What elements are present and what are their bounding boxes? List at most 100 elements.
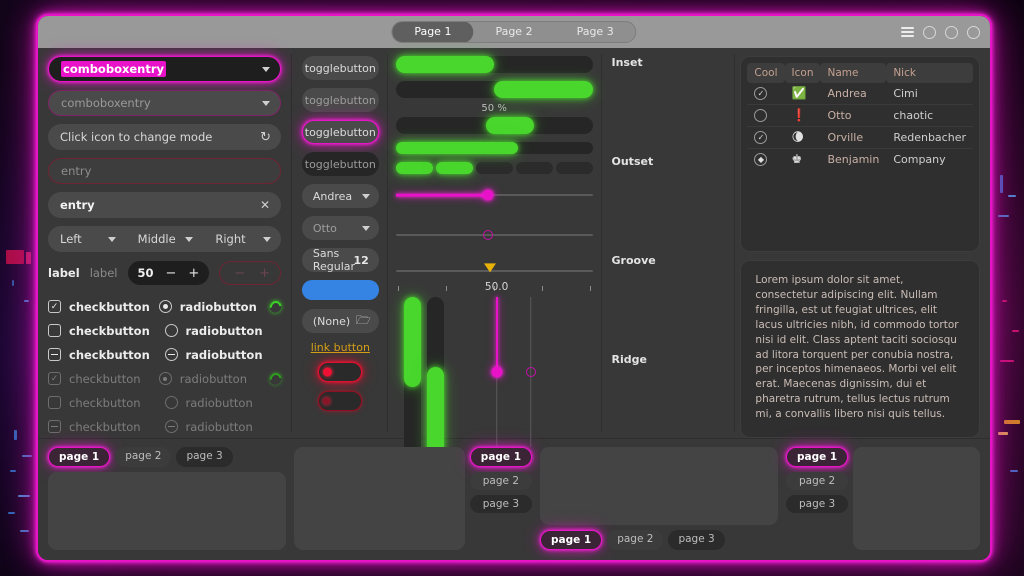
togglebutton-focused[interactable]: togglebutton bbox=[302, 120, 379, 144]
color-button[interactable] bbox=[302, 280, 379, 300]
textview-card[interactable]: Lorem ipsum dolor sit amet, consectetur … bbox=[740, 260, 980, 438]
radio-selected-icon[interactable]: ◆ bbox=[754, 153, 767, 166]
header-tab-page-3[interactable]: Page 3 bbox=[555, 21, 636, 43]
chevron-down-icon[interactable] bbox=[108, 237, 116, 242]
file-chooser-button[interactable]: (None) 🗁 bbox=[302, 309, 379, 333]
table-row[interactable]: ✓ ✅ Andrea Cimi bbox=[747, 83, 973, 105]
vscale-hollow-wrap bbox=[524, 297, 538, 447]
empty-circle-icon[interactable] bbox=[754, 109, 767, 122]
font-button[interactable]: Sans Regular 12 bbox=[302, 248, 379, 272]
chevron-down-icon[interactable] bbox=[263, 237, 271, 242]
entry-filled[interactable]: entry ✕ bbox=[48, 192, 281, 218]
table-row[interactable]: ❗ Otto chaotic bbox=[747, 105, 973, 127]
column-header-nick[interactable]: Nick bbox=[886, 63, 973, 83]
chevron-down-icon[interactable] bbox=[262, 67, 270, 72]
folder-icon[interactable]: 🗁 bbox=[356, 311, 371, 332]
close-button[interactable] bbox=[967, 26, 980, 39]
cell-cool[interactable]: ✓ bbox=[747, 127, 784, 149]
column-header-cool[interactable]: Cool bbox=[747, 63, 784, 83]
combo-otto[interactable]: Otto bbox=[302, 216, 379, 240]
notebook-top-tab-1[interactable]: page 1 bbox=[48, 447, 110, 467]
header-tab-group[interactable]: Page 1 Page 2 Page 3 bbox=[391, 21, 636, 43]
switch-off[interactable] bbox=[318, 391, 362, 411]
hscale-hollow[interactable] bbox=[396, 224, 593, 246]
hscale-with-marks[interactable] bbox=[396, 260, 593, 282]
vscale-hollow[interactable] bbox=[524, 297, 538, 447]
notebook-right-tab-2[interactable]: page 2 bbox=[470, 472, 532, 490]
check-circle-icon[interactable]: ✓ bbox=[754, 131, 767, 144]
radio-mixed-icon[interactable] bbox=[165, 348, 178, 361]
header-tab-page-1[interactable]: Page 1 bbox=[392, 21, 473, 43]
header-tab-page-2[interactable]: Page 2 bbox=[473, 21, 554, 43]
checkbox-unchecked-icon[interactable] bbox=[48, 324, 61, 337]
hscale-marker-triangle[interactable] bbox=[484, 263, 496, 272]
notebook-right-page[interactable] bbox=[294, 447, 465, 550]
hamburger-icon[interactable] bbox=[901, 27, 914, 37]
notebook-right-tab-3[interactable]: page 3 bbox=[470, 495, 532, 513]
progressbar-thin-fill bbox=[396, 142, 518, 154]
entry-placeholder[interactable]: entry bbox=[48, 158, 281, 184]
notebook-left-page[interactable] bbox=[853, 447, 980, 550]
levelbar-block bbox=[516, 162, 553, 174]
spinbutton[interactable]: 50 − + bbox=[128, 261, 210, 285]
hscale-filled[interactable] bbox=[396, 184, 593, 206]
check-circle-icon[interactable]: ✓ bbox=[754, 87, 767, 100]
notebook-right-tab-1[interactable]: page 1 bbox=[470, 447, 532, 467]
notebook-top-page[interactable] bbox=[48, 472, 286, 550]
notebook-bottom-page[interactable] bbox=[540, 447, 778, 525]
maximize-button[interactable] bbox=[945, 26, 958, 39]
hscale-knob[interactable] bbox=[483, 190, 494, 201]
comboboxentry-focused[interactable]: comboboxentry bbox=[48, 56, 281, 82]
vscale-knob[interactable] bbox=[526, 367, 536, 377]
notebook-top-tab-2[interactable]: page 2 bbox=[115, 447, 171, 467]
notebook-left-tab-2[interactable]: page 2 bbox=[786, 472, 848, 490]
notebook-bottom-tab-1[interactable]: page 1 bbox=[540, 530, 602, 550]
spinbutton-plus[interactable]: + bbox=[188, 266, 199, 281]
spinbutton-minus[interactable]: − bbox=[166, 266, 177, 281]
togglebutton-flat[interactable]: togglebutton bbox=[302, 88, 379, 112]
checkbox-mixed-icon[interactable] bbox=[48, 348, 61, 361]
chevron-down-icon[interactable] bbox=[362, 226, 370, 231]
link-button[interactable]: link button bbox=[302, 341, 379, 354]
notebook-top-tabstrip: page 1 page 2 page 3 bbox=[48, 447, 286, 467]
vscale-filled[interactable] bbox=[490, 297, 504, 447]
header-bar: Page 1 Page 2 Page 3 bbox=[38, 16, 990, 48]
progressbar-thin bbox=[396, 142, 593, 154]
combo-right[interactable]: Right bbox=[203, 226, 281, 252]
chevron-down-icon[interactable] bbox=[362, 194, 370, 199]
notebook-bottom-tab-3[interactable]: page 3 bbox=[668, 530, 724, 550]
font-button-size: 12 bbox=[353, 254, 368, 267]
radio-unselected-icon[interactable] bbox=[165, 324, 178, 337]
frame-label-outset: Outset bbox=[612, 155, 726, 168]
progress-scales-column: 50 % bbox=[388, 48, 601, 438]
chevron-down-icon[interactable] bbox=[262, 101, 270, 106]
notebook-left-tab-1[interactable]: page 1 bbox=[786, 447, 848, 467]
switch-on[interactable] bbox=[318, 362, 362, 382]
refresh-icon[interactable]: ↻ bbox=[260, 130, 271, 145]
togglebutton-raised[interactable]: togglebutton bbox=[302, 56, 379, 80]
cell-cool[interactable] bbox=[747, 105, 784, 127]
combo-andrea[interactable]: Andrea bbox=[302, 184, 379, 208]
vscale-knob[interactable] bbox=[491, 367, 502, 378]
combo-middle[interactable]: Middle bbox=[126, 226, 204, 252]
chevron-down-icon[interactable] bbox=[185, 237, 193, 242]
column-header-name[interactable]: Name bbox=[820, 63, 886, 83]
radio-selected-icon[interactable] bbox=[159, 300, 172, 313]
cell-cool[interactable]: ✓ bbox=[747, 83, 784, 105]
notebook-bottom-tab-2[interactable]: page 2 bbox=[607, 530, 663, 550]
comboboxentry-dim[interactable]: comboboxentry bbox=[48, 90, 281, 116]
table-row[interactable]: ◆ ♚ Benjamin Company bbox=[747, 149, 973, 171]
checkbox-checked-icon[interactable]: ✓ bbox=[48, 300, 61, 313]
togglebutton-dark[interactable]: togglebutton bbox=[302, 152, 379, 176]
minimize-button[interactable] bbox=[923, 26, 936, 39]
table-row[interactable]: ✓ 🌘 Orville Redenbacher bbox=[747, 127, 973, 149]
mode-entry[interactable]: Click icon to change mode ↻ bbox=[48, 124, 281, 150]
hscale-knob[interactable] bbox=[483, 230, 493, 240]
notebook-left-tab-3[interactable]: page 3 bbox=[786, 495, 848, 513]
cell-cool[interactable]: ◆ bbox=[747, 149, 784, 171]
people-table[interactable]: Cool Icon Name Nick ✓ ✅ Andrea C bbox=[747, 63, 973, 170]
notebook-top-tab-3[interactable]: page 3 bbox=[176, 447, 232, 467]
clear-icon[interactable]: ✕ bbox=[260, 198, 270, 212]
column-header-icon[interactable]: Icon bbox=[785, 63, 821, 83]
combo-left[interactable]: Left bbox=[48, 226, 126, 252]
